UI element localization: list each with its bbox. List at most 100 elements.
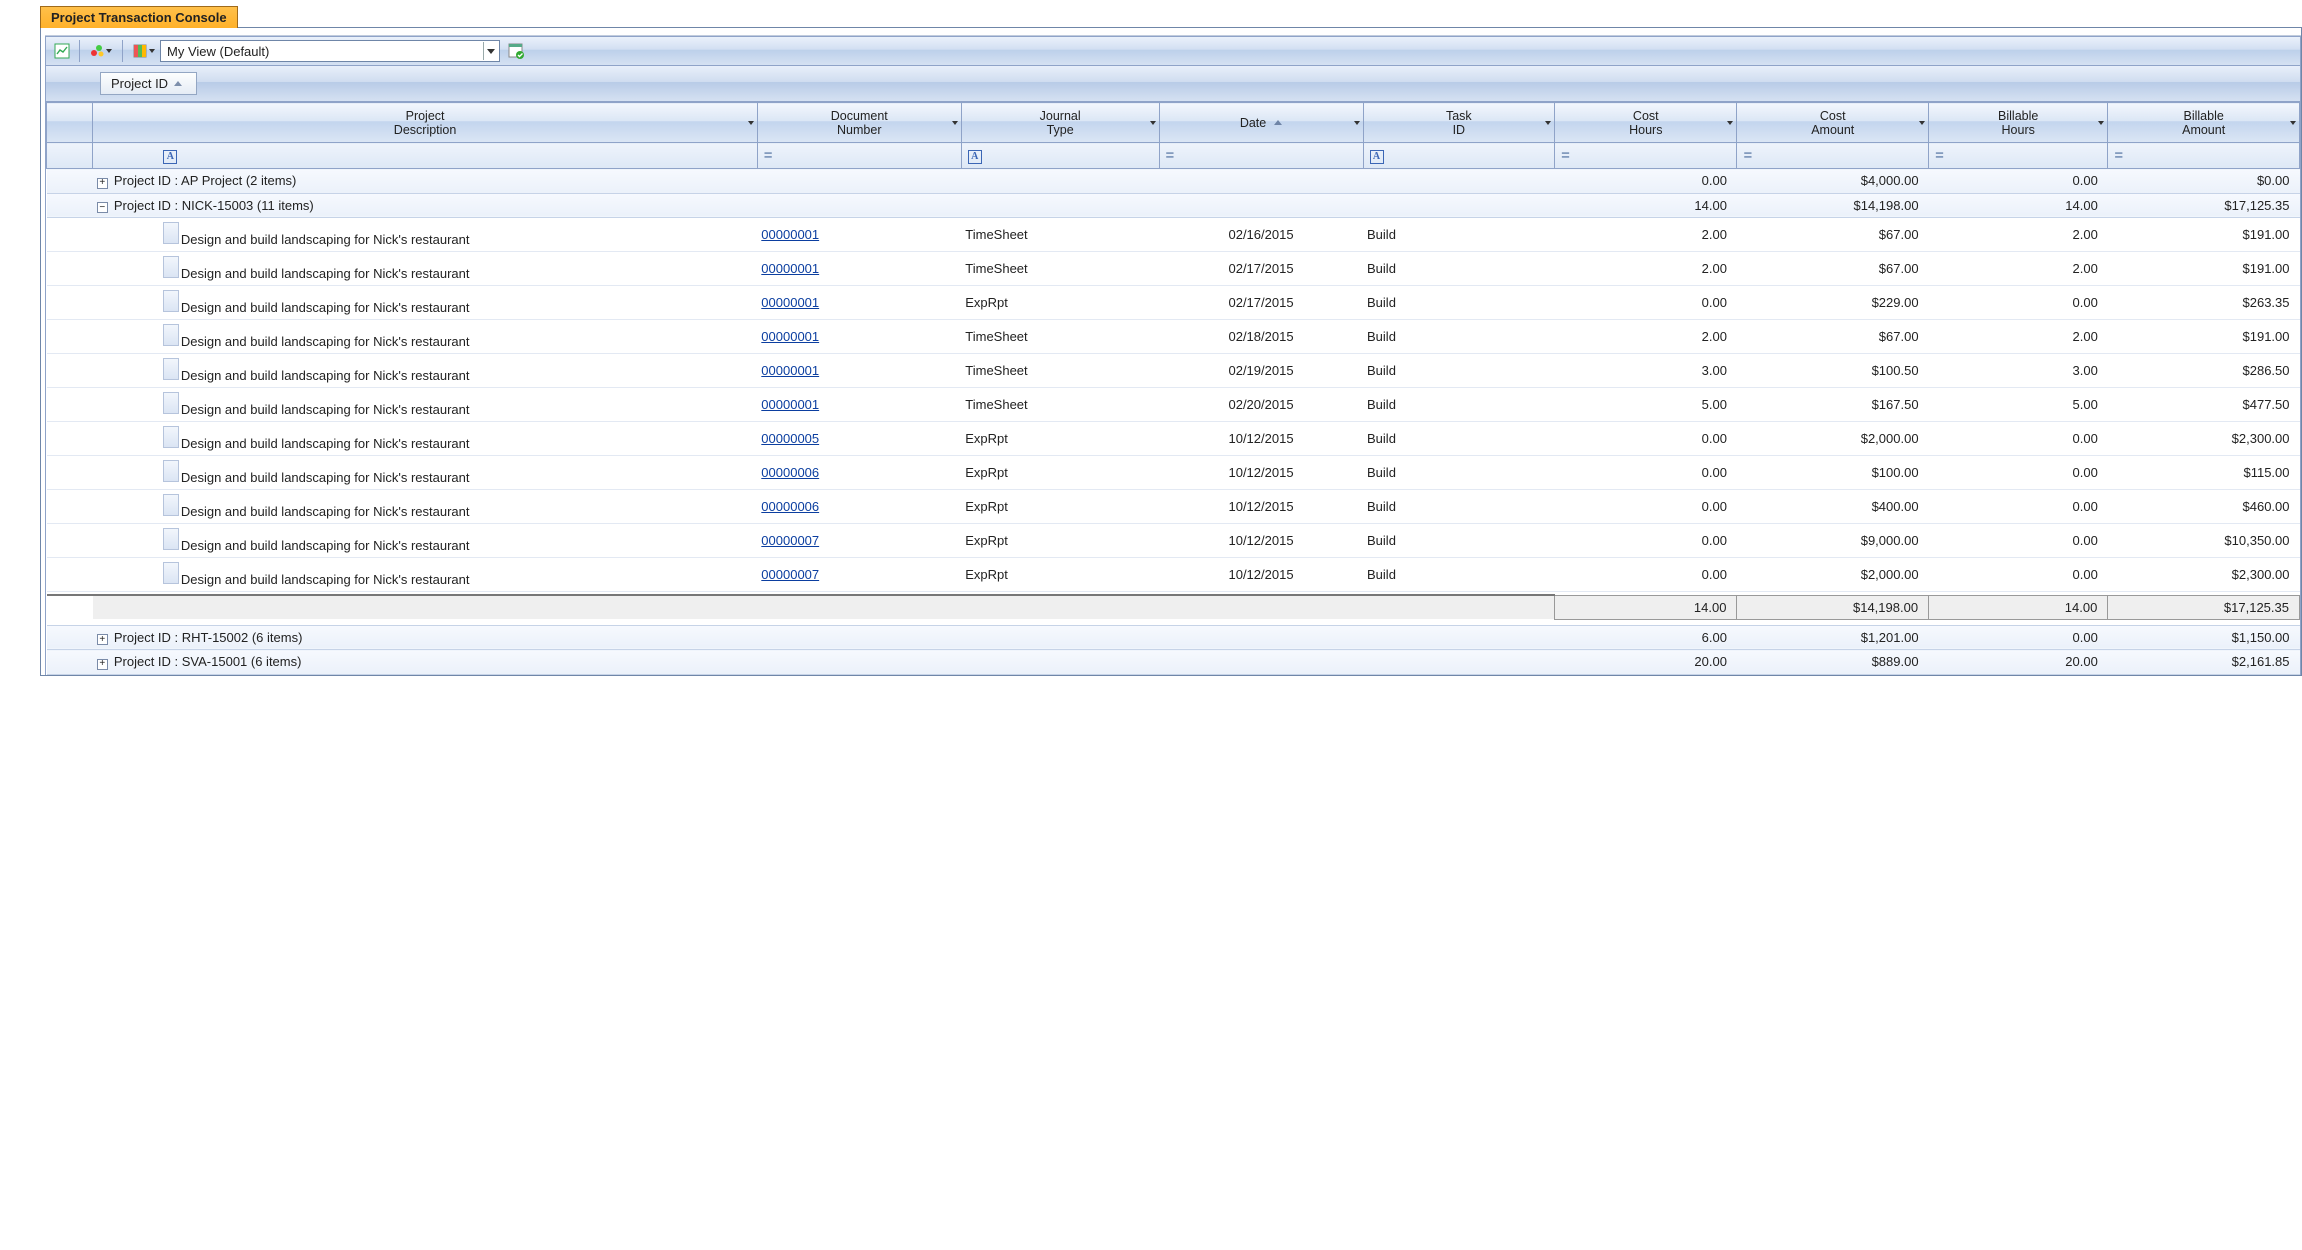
cell-task-id: Build (1363, 252, 1555, 286)
chevron-down-icon[interactable] (2290, 121, 2296, 125)
document-link[interactable]: 00000001 (761, 397, 819, 412)
table-row[interactable]: Design and build landscaping for Nick's … (47, 490, 2300, 524)
expand-icon[interactable]: + (97, 659, 108, 670)
cell-cost-hours: 0.00 (1555, 490, 1737, 524)
row-handle[interactable] (163, 426, 179, 448)
group-cost-amount: $14,198.00 (1737, 193, 1929, 218)
group-label-cell[interactable]: −Project ID : NICK-15003 (11 items) (93, 193, 1555, 218)
table-row[interactable]: Design and build landscaping for Nick's … (47, 456, 2300, 490)
row-handle[interactable] (163, 358, 179, 380)
row-handle[interactable] (163, 290, 179, 312)
table-row[interactable]: Design and build landscaping for Nick's … (47, 524, 2300, 558)
group-row[interactable]: +Project ID : RHT-15002 (6 items)6.00$1,… (47, 625, 2300, 650)
cell-date: 10/12/2015 (1159, 456, 1363, 490)
group-by-chip-project-id[interactable]: Project ID (100, 72, 197, 95)
table-row[interactable]: Design and build landscaping for Nick's … (47, 286, 2300, 320)
header-label: Billable Amount (2182, 109, 2225, 137)
group-billable-amount: $0.00 (2108, 169, 2300, 194)
chevron-down-icon[interactable] (1150, 121, 1156, 125)
column-header-date[interactable]: Date (1159, 103, 1363, 143)
row-gutter (47, 422, 93, 456)
chevron-down-icon[interactable] (1545, 121, 1551, 125)
table-row[interactable]: Design and build landscaping for Nick's … (47, 354, 2300, 388)
document-link[interactable]: 00000006 (761, 465, 819, 480)
document-link[interactable]: 00000007 (761, 533, 819, 548)
table-row[interactable]: Design and build landscaping for Nick's … (47, 252, 2300, 286)
chevron-down-icon[interactable] (952, 121, 958, 125)
chevron-down-icon[interactable] (748, 121, 754, 125)
table-row[interactable]: Design and build landscaping for Nick's … (47, 422, 2300, 456)
group-label: Project ID : SVA-15001 (6 items) (114, 654, 302, 669)
row-handle[interactable] (163, 324, 179, 346)
header-label: Billable Hours (1998, 109, 2038, 137)
refresh-split-button[interactable] (85, 40, 117, 62)
equals-filter-icon: = (1166, 147, 1175, 164)
cell-billable-amount: $191.00 (2108, 218, 2300, 252)
row-gutter (47, 286, 93, 320)
filter-document-number[interactable]: = (757, 143, 961, 169)
filter-cost-amount[interactable]: = (1737, 143, 1929, 169)
group-row[interactable]: +Project ID : AP Project (2 items)0.00$4… (47, 169, 2300, 194)
row-gutter (47, 524, 93, 558)
document-link[interactable]: 00000001 (761, 363, 819, 378)
table-row[interactable]: Design and build landscaping for Nick's … (47, 388, 2300, 422)
group-row[interactable]: −Project ID : NICK-15003 (11 items)14.00… (47, 193, 2300, 218)
document-link[interactable]: 00000001 (761, 329, 819, 344)
group-label-cell[interactable]: +Project ID : AP Project (2 items) (93, 169, 1555, 194)
column-header-cost-hours[interactable]: Cost Hours (1555, 103, 1737, 143)
column-header-description[interactable]: Project Description (93, 103, 757, 143)
row-handle[interactable] (163, 528, 179, 550)
filter-date[interactable]: = (1159, 143, 1363, 169)
filter-task-id[interactable]: A (1363, 143, 1555, 169)
row-handle[interactable] (163, 562, 179, 584)
filter-billable-amount[interactable]: = (2108, 143, 2300, 169)
chevron-down-icon[interactable] (1354, 121, 1360, 125)
table-row[interactable]: Design and build landscaping for Nick's … (47, 558, 2300, 592)
column-header-journal-type[interactable]: Journal Type (961, 103, 1159, 143)
column-header-cost-amount[interactable]: Cost Amount (1737, 103, 1929, 143)
tab-project-transaction-console[interactable]: Project Transaction Console (40, 6, 238, 28)
row-handle[interactable] (163, 256, 179, 278)
document-link[interactable]: 00000006 (761, 499, 819, 514)
column-header-billable-amount[interactable]: Billable Amount (2108, 103, 2300, 143)
expand-icon[interactable]: + (97, 178, 108, 189)
cell-cost-amount: $229.00 (1737, 286, 1929, 320)
group-label-cell[interactable]: + Project ID : SVA-15001 (6 items) (93, 650, 1555, 675)
column-header-task-id[interactable]: Task ID (1363, 103, 1555, 143)
filter-billable-hours[interactable]: = (1929, 143, 2108, 169)
filter-description[interactable]: A (93, 143, 757, 169)
save-view-icon[interactable] (504, 40, 528, 62)
subtotal-cost-amount: $14,198.00 (1737, 595, 1929, 619)
document-link[interactable]: 00000001 (761, 295, 819, 310)
group-label-cell[interactable]: +Project ID : RHT-15002 (6 items) (93, 625, 1555, 650)
group-by-band[interactable]: Project ID (45, 66, 2301, 102)
chevron-down-icon[interactable] (1919, 121, 1925, 125)
row-handle[interactable] (163, 222, 179, 244)
table-row[interactable]: Design and build landscaping for Nick's … (47, 320, 2300, 354)
document-link[interactable]: 00000001 (761, 261, 819, 276)
chevron-down-icon[interactable] (1727, 121, 1733, 125)
expand-icon[interactable]: + (97, 634, 108, 645)
separator (79, 40, 80, 62)
collapse-icon[interactable]: − (97, 202, 108, 213)
filter-row: A = A = A = = = = (47, 143, 2300, 169)
column-header-document-number[interactable]: Document Number (757, 103, 961, 143)
filter-cost-hours[interactable]: = (1555, 143, 1737, 169)
view-selector[interactable]: My View (Default) (160, 40, 500, 62)
group-row[interactable]: +Project ID : SVA-15001 (6 items)20.00$8… (47, 650, 2300, 675)
document-link[interactable]: 00000005 (761, 431, 819, 446)
table-row[interactable]: Design and build landscaping for Nick's … (47, 218, 2300, 252)
column-header-billable-hours[interactable]: Billable Hours (1929, 103, 2108, 143)
layout-split-button[interactable] (128, 40, 160, 62)
chevron-down-icon[interactable] (2098, 121, 2104, 125)
document-link[interactable]: 00000001 (761, 227, 819, 242)
group-cost-hours: 14.00 (1555, 193, 1737, 218)
report-icon[interactable] (50, 40, 74, 62)
cell-cost-hours: 2.00 (1555, 320, 1737, 354)
group-billable-hours: 14.00 (1929, 193, 2108, 218)
row-handle[interactable] (163, 494, 179, 516)
row-handle[interactable] (163, 392, 179, 414)
row-handle[interactable] (163, 460, 179, 482)
document-link[interactable]: 00000007 (761, 567, 819, 582)
filter-journal-type[interactable]: A (961, 143, 1159, 169)
